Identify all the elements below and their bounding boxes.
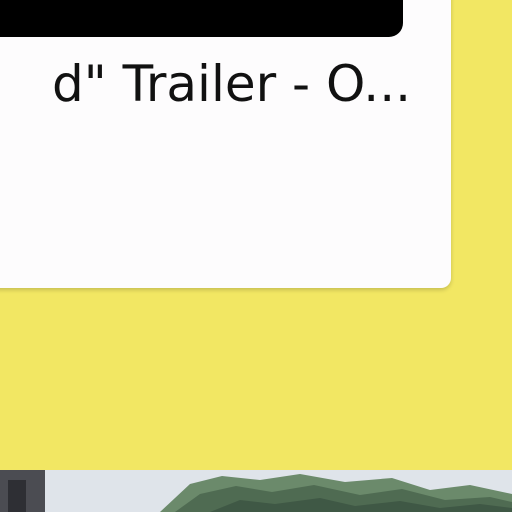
video-card[interactable]: d" Trailer - O...	[0, 0, 451, 288]
next-card-thumbnail[interactable]	[0, 470, 512, 512]
page: d" Trailer - O...	[0, 0, 512, 512]
video-thumbnail[interactable]	[0, 0, 403, 37]
landscape-image	[0, 470, 512, 512]
video-title[interactable]: d" Trailer - O...	[0, 52, 411, 116]
